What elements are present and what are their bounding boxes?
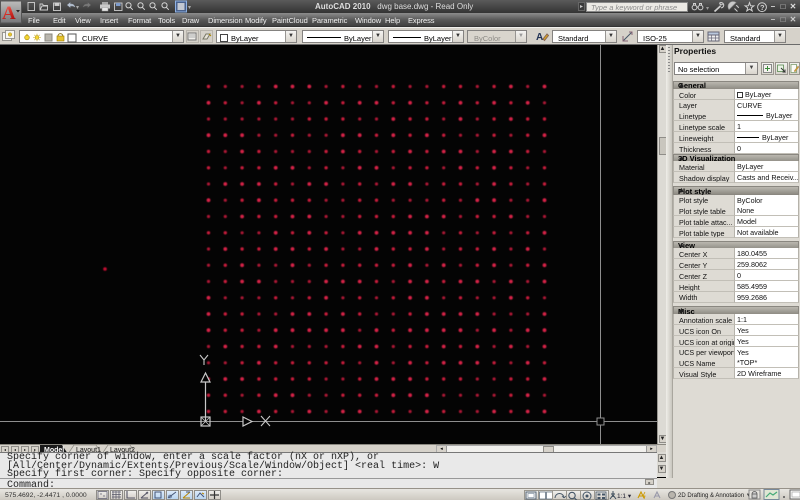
svg-text:▾: ▾ xyxy=(76,5,79,11)
svg-text:A: A xyxy=(2,3,16,24)
svg-text:A: A xyxy=(536,32,543,43)
svg-text:▾: ▾ xyxy=(706,6,709,12)
svg-text:▾: ▾ xyxy=(188,5,191,11)
svg-text:?: ? xyxy=(760,3,765,12)
